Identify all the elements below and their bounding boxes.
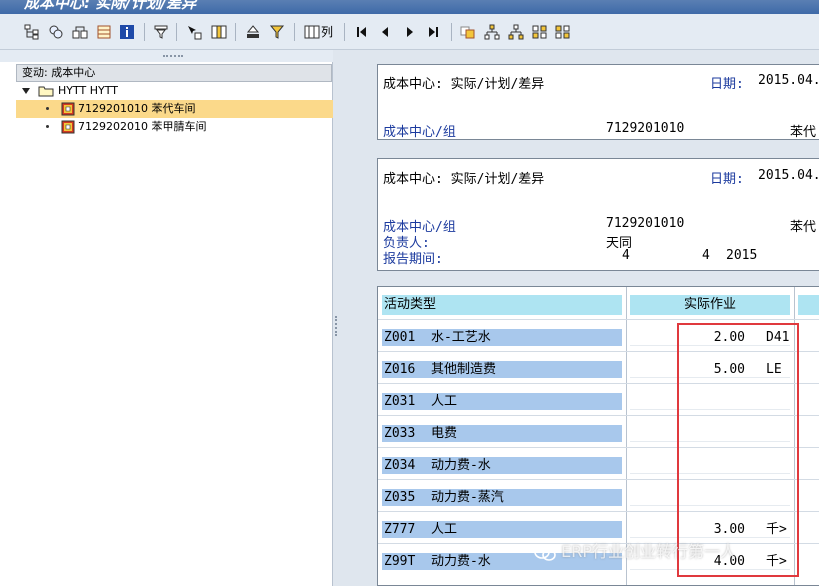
watermark: ERP行业创业转行第一人	[534, 538, 736, 562]
period-from: 4	[622, 248, 630, 263]
tree-pane: 变动: 成本中心 HYTT HYTT 7129201010 苯代车间 71292…	[0, 50, 333, 586]
window-title-bar: 成本中心: 实际/计划/差异	[0, 0, 819, 14]
report-title: 成本中心: 实际/计划/差异	[383, 172, 545, 187]
vertical-splitter[interactable]	[333, 50, 341, 586]
hierarchy-expand-icon[interactable]	[482, 23, 502, 41]
tree-item-label: 7129202010 苯甲腈车间	[78, 120, 207, 133]
node-expand-icon[interactable]	[530, 23, 550, 41]
hierarchy-icon[interactable]	[22, 23, 42, 41]
column-header-actual[interactable]: 实际作业	[630, 295, 790, 315]
activity-name: 动力费-蒸汽	[430, 490, 504, 505]
next-page-icon[interactable]	[400, 23, 420, 41]
period-year: 2015	[726, 248, 758, 263]
activity-code: Z016	[384, 362, 416, 377]
activity-name: 人工	[430, 394, 457, 409]
period-to: 4	[702, 248, 710, 263]
sort-icon[interactable]	[267, 23, 287, 41]
info-icon[interactable]	[117, 23, 137, 41]
tree-item-label: 7129201010 苯代车间	[78, 102, 196, 115]
list-icon[interactable]	[302, 23, 322, 41]
activity-code: Z777	[384, 522, 416, 537]
expand-arrow-icon[interactable]	[22, 88, 30, 94]
column-header-next[interactable]	[798, 295, 819, 315]
report-title: 成本中心: 实际/计划/差异	[383, 77, 545, 92]
column-header-activity[interactable]: 活动类型	[382, 295, 622, 315]
filter-icon[interactable]	[151, 23, 171, 41]
toolbar: 列	[0, 14, 819, 50]
date-label: 日期:	[710, 172, 744, 187]
activity-cell[interactable]: Z001 水-工艺水	[382, 329, 622, 346]
copy-icon[interactable]	[458, 23, 478, 41]
tree-root-label: HYTT HYTT	[58, 84, 118, 97]
wechat-icon	[534, 544, 556, 561]
report-header-summary: 成本中心: 实际/计划/差异 日期: 2015.04. 成本中心/组 71292…	[377, 64, 819, 140]
tree-item[interactable]: 7129201010 苯代车间	[16, 100, 333, 118]
report-header-detail: 成本中心: 实际/计划/差异 日期: 2015.04. 成本中心/组 71292…	[377, 158, 819, 271]
activity-name: 水-工艺水	[430, 330, 491, 345]
activity-cell[interactable]: Z031 人工	[382, 393, 622, 410]
previous-page-icon[interactable]	[375, 23, 395, 41]
activity-name: 动力费-水	[430, 458, 491, 473]
cost-center-icon	[61, 102, 75, 116]
layout-icon[interactable]	[94, 23, 114, 41]
tree-root-node[interactable]: HYTT HYTT	[16, 82, 333, 100]
activity-cell[interactable]: Z035 动力费-蒸汽	[382, 489, 622, 506]
watermark-text: ERP行业创业转行第一人	[561, 542, 736, 561]
activity-code: Z033	[384, 426, 416, 441]
activity-name: 电费	[430, 426, 457, 441]
activity-cell[interactable]: Z033 电费	[382, 425, 622, 442]
cost-center-value: 7129201010	[606, 216, 685, 231]
activity-name: 其他制造费	[430, 362, 496, 377]
columns-icon[interactable]	[209, 23, 229, 41]
node-collapse-icon[interactable]	[553, 23, 573, 41]
activity-name: 人工	[430, 522, 457, 537]
activity-code: Z031	[384, 394, 416, 409]
cost-center-value: 7129201010	[606, 121, 685, 136]
cost-center-label: 成本中心/组	[383, 125, 456, 140]
activity-code: Z035	[384, 490, 416, 505]
list-label[interactable]: 列	[321, 23, 333, 41]
cost-center-name: 苯代	[790, 125, 817, 140]
activity-code: Z99T	[384, 554, 416, 569]
tree-header: 变动: 成本中心	[16, 64, 332, 82]
folder-icon	[38, 86, 54, 97]
first-page-icon[interactable]	[352, 23, 372, 41]
activity-code: Z034	[384, 458, 416, 473]
window-title: 成本中心: 实际/计划/差异	[24, 0, 197, 12]
find-icon[interactable]	[46, 23, 66, 41]
activity-cell[interactable]: Z777 人工	[382, 521, 622, 538]
date-label: 日期:	[710, 77, 744, 92]
pane-splitter[interactable]	[0, 50, 333, 62]
select-icon[interactable]	[184, 23, 204, 41]
activity-name: 动力费-水	[430, 554, 491, 569]
hierarchy-collapse-icon[interactable]	[506, 23, 526, 41]
activity-cell[interactable]: Z016 其他制造费	[382, 361, 622, 378]
print-icon[interactable]	[243, 23, 263, 41]
date-value: 2015.04.	[758, 73, 819, 88]
last-page-icon[interactable]	[423, 23, 443, 41]
objects-icon[interactable]	[70, 23, 90, 41]
tree-item[interactable]: 7129202010 苯甲腈车间	[16, 118, 333, 136]
activity-code: Z001	[384, 330, 416, 345]
period-label: 报告期间:	[383, 252, 443, 267]
date-value: 2015.04.	[758, 168, 819, 183]
cost-center-icon	[61, 120, 75, 134]
activity-cell[interactable]: Z034 动力费-水	[382, 457, 622, 474]
cost-center-name: 苯代	[790, 220, 817, 235]
